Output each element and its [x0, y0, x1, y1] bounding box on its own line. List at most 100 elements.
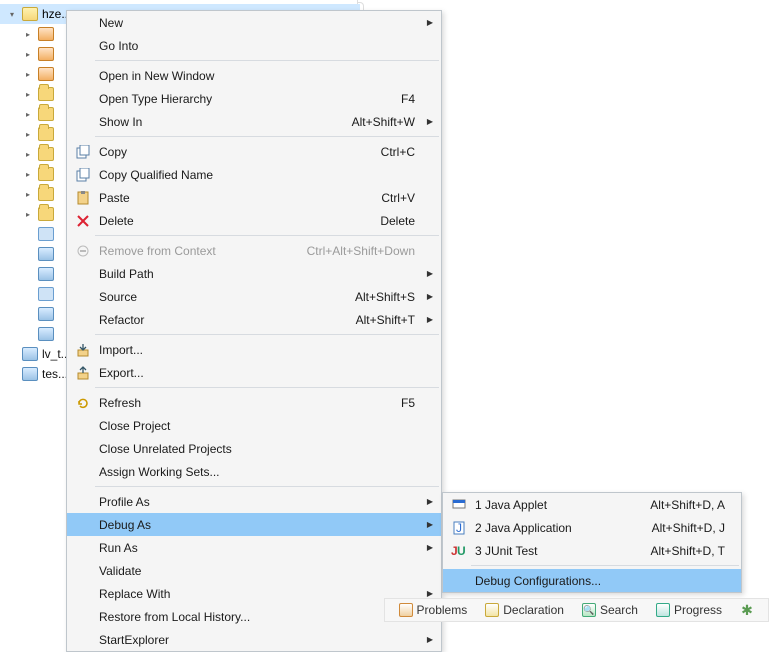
blank	[22, 228, 34, 240]
separator	[95, 387, 439, 388]
submenu-debug-configurations[interactable]: Debug Configurations...	[443, 569, 741, 592]
submenu-arrow-icon: ▶	[425, 117, 435, 126]
blank	[22, 308, 34, 320]
blank-icon	[73, 15, 93, 31]
blank	[22, 268, 34, 280]
folder-icon	[38, 127, 54, 141]
menu-open-new-window[interactable]: Open in New Window	[67, 64, 441, 87]
expand-triangle-icon[interactable]: ▸	[22, 148, 34, 160]
tab-progress[interactable]: Progress	[648, 599, 730, 621]
refresh-icon	[73, 395, 93, 411]
tab-problems[interactable]: Problems	[391, 599, 476, 621]
folder-icon	[38, 147, 54, 161]
submenu-arrow-icon: ▶	[425, 292, 435, 301]
blank	[6, 348, 18, 360]
menu-debug-as[interactable]: Debug As▶	[67, 513, 441, 536]
menu-profile-as[interactable]: Profile As▶	[67, 490, 441, 513]
java-application-icon: J	[449, 520, 469, 536]
menu-close-project[interactable]: Close Project	[67, 414, 441, 437]
search-icon: 🔍	[582, 603, 596, 617]
menu-assign-working-sets[interactable]: Assign Working Sets...	[67, 460, 441, 483]
submenu-arrow-icon: ▶	[425, 497, 435, 506]
separator	[471, 565, 739, 566]
separator	[95, 235, 439, 236]
submenu-arrow-icon: ▶	[425, 520, 435, 529]
menu-copy-qualified-name[interactable]: Copy Qualified Name	[67, 163, 441, 186]
export-icon	[73, 365, 93, 381]
remove-context-icon	[73, 243, 93, 259]
submenu-arrow-icon: ▶	[425, 543, 435, 552]
import-icon	[73, 342, 93, 358]
menu-export[interactable]: Export...	[67, 361, 441, 384]
submenu-java-applet[interactable]: 1 Java AppletAlt+Shift+D, A	[443, 493, 741, 516]
progress-icon	[656, 603, 670, 617]
submenu-arrow-icon: ▶	[425, 18, 435, 27]
tab-declaration[interactable]: Declaration	[477, 599, 572, 621]
blank	[22, 328, 34, 340]
project-icon	[22, 7, 38, 21]
library-icon	[38, 67, 54, 81]
folder-icon	[38, 207, 54, 221]
separator	[95, 136, 439, 137]
folder-icon	[38, 107, 54, 121]
svg-text:U: U	[457, 544, 466, 558]
separator	[95, 486, 439, 487]
tree-label: tes...	[42, 367, 68, 381]
svg-text:J: J	[456, 521, 462, 535]
menu-refresh[interactable]: RefreshF5	[67, 391, 441, 414]
ant-icon: ✱	[740, 603, 754, 617]
menu-paste[interactable]: PasteCtrl+V	[67, 186, 441, 209]
menu-open-type-hierarchy[interactable]: Open Type HierarchyF4	[67, 87, 441, 110]
expand-triangle-icon[interactable]: ▸	[22, 88, 34, 100]
menu-refactor[interactable]: RefactorAlt+Shift+T▶	[67, 308, 441, 331]
menu-import[interactable]: Import...	[67, 338, 441, 361]
java-applet-icon	[449, 497, 469, 513]
expand-triangle-icon[interactable]: ▸	[22, 188, 34, 200]
blank	[22, 248, 34, 260]
delete-icon	[73, 213, 93, 229]
closed-project-icon	[22, 347, 38, 361]
file-icon	[38, 327, 54, 341]
menu-show-in[interactable]: Show InAlt+Shift+W▶	[67, 110, 441, 133]
blank	[6, 368, 18, 380]
submenu-java-application[interactable]: J 2 Java ApplicationAlt+Shift+D, J	[443, 516, 741, 539]
menu-go-into[interactable]: Go Into	[67, 34, 441, 57]
copy-qualified-icon	[73, 167, 93, 183]
submenu-arrow-icon: ▶	[425, 589, 435, 598]
expand-triangle-icon[interactable]: ▸	[22, 108, 34, 120]
library-icon	[38, 47, 54, 61]
menu-source[interactable]: SourceAlt+Shift+S▶	[67, 285, 441, 308]
submenu-junit-test[interactable]: JU 3 JUnit TestAlt+Shift+D, T	[443, 539, 741, 562]
menu-run-as[interactable]: Run As▶	[67, 536, 441, 559]
blank	[22, 288, 34, 300]
separator	[95, 334, 439, 335]
folder-icon	[38, 87, 54, 101]
file-icon	[38, 267, 54, 281]
junit-icon: JU	[449, 543, 469, 559]
folder-icon	[38, 167, 54, 181]
expand-triangle-icon[interactable]: ▸	[22, 168, 34, 180]
expand-triangle-icon[interactable]: ▸	[22, 128, 34, 140]
expand-triangle-icon[interactable]: ▾	[6, 8, 18, 20]
menu-delete[interactable]: DeleteDelete	[67, 209, 441, 232]
menu-build-path[interactable]: Build Path▶	[67, 262, 441, 285]
paste-icon	[73, 190, 93, 206]
file-icon	[38, 287, 54, 301]
menu-validate[interactable]: Validate	[67, 559, 441, 582]
tab-search[interactable]: 🔍Search	[574, 599, 646, 621]
tab-ant[interactable]: ✱	[732, 599, 762, 621]
submenu-arrow-icon: ▶	[425, 315, 435, 324]
expand-triangle-icon[interactable]: ▸	[22, 28, 34, 40]
expand-triangle-icon[interactable]: ▸	[22, 48, 34, 60]
submenu-arrow-icon: ▶	[425, 635, 435, 644]
declaration-icon	[485, 603, 499, 617]
menu-new[interactable]: New▶	[67, 11, 441, 34]
expand-triangle-icon[interactable]: ▸	[22, 208, 34, 220]
menu-close-unrelated[interactable]: Close Unrelated Projects	[67, 437, 441, 460]
problems-icon	[399, 603, 413, 617]
expand-triangle-icon[interactable]: ▸	[22, 68, 34, 80]
menu-copy[interactable]: CopyCtrl+C	[67, 140, 441, 163]
file-icon	[38, 227, 54, 241]
menu-remove-context: Remove from ContextCtrl+Alt+Shift+Down	[67, 239, 441, 262]
menu-start-explorer[interactable]: StartExplorer▶	[67, 628, 441, 651]
